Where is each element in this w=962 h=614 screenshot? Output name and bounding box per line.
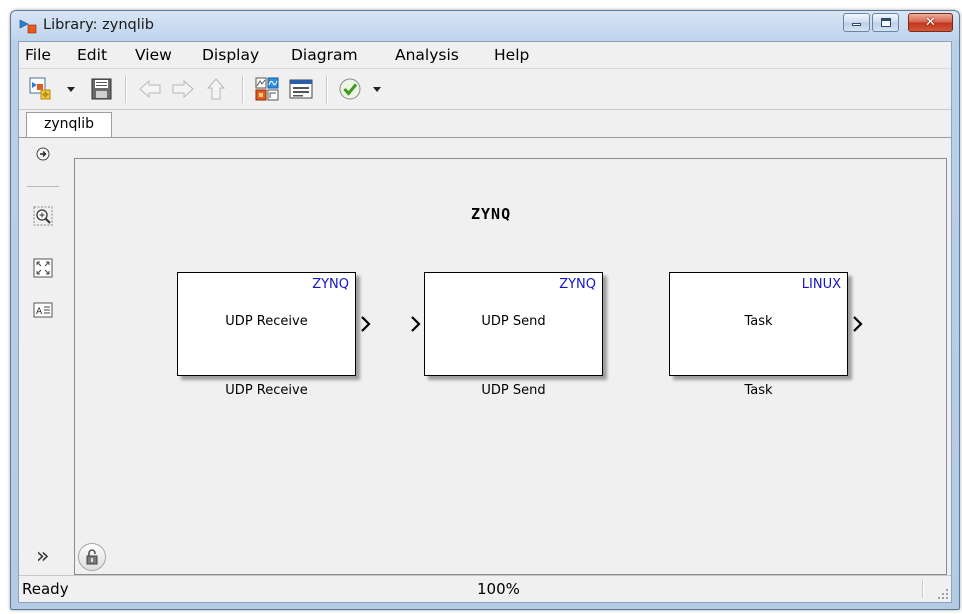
tool-palette: A » — [19, 138, 72, 576]
tab-zynqlib[interactable]: zynqlib — [26, 112, 112, 137]
back-arrow-icon[interactable] — [136, 75, 164, 103]
menu-display[interactable]: Display — [202, 46, 259, 64]
save-icon[interactable] — [87, 75, 115, 103]
title-bar[interactable]: Library: zynqlib ✕ — [11, 11, 959, 41]
status-text: Ready — [22, 580, 69, 598]
unlock-library-button[interactable] — [78, 543, 106, 571]
new-model-icon[interactable] — [27, 75, 55, 103]
fit-to-view-icon[interactable] — [33, 258, 53, 278]
toolbar-separator — [125, 75, 126, 103]
simulink-model-icon — [19, 19, 37, 34]
block-name[interactable]: UDP Send — [424, 383, 603, 398]
block-label: UDP Receive — [225, 314, 308, 329]
block-tag: LINUX — [801, 277, 841, 292]
menu-view[interactable]: View — [135, 46, 172, 64]
toolbar — [19, 69, 951, 110]
new-model-dropdown-icon[interactable] — [67, 87, 75, 92]
toolbar-separator — [242, 75, 243, 103]
block-tag: ZYNQ — [312, 277, 349, 292]
udp-send-block[interactable]: ZYNQ UDP Send — [424, 272, 603, 376]
diagram-canvas[interactable]: ZYNQ ZYNQ UDP Receive UDP Receive ZYNQ U… — [74, 158, 947, 575]
app-window: Library: zynqlib ✕ File Edit View Displa… — [10, 10, 960, 610]
forward-arrow-icon[interactable] — [169, 75, 197, 103]
minimize-button[interactable] — [843, 13, 870, 32]
status-bar: Ready 100% — [19, 575, 951, 602]
maximize-icon — [881, 18, 891, 27]
maximize-button[interactable] — [872, 13, 899, 32]
block-name[interactable]: Task — [669, 383, 848, 398]
palette-separator — [27, 186, 59, 187]
udp-receive-block[interactable]: ZYNQ UDP Receive — [177, 272, 356, 376]
input-port-icon[interactable] — [411, 315, 421, 333]
library-annotation: ZYNQ — [471, 205, 512, 223]
minimize-icon — [852, 23, 861, 26]
toolbar-separator — [326, 75, 327, 103]
close-icon: ✕ — [925, 15, 936, 30]
task-block[interactable]: LINUX Task — [669, 272, 848, 376]
output-port-icon[interactable] — [361, 315, 371, 333]
svg-text:A: A — [36, 307, 43, 317]
expand-palette-icon[interactable]: » — [36, 546, 49, 568]
unlock-library-icon — [86, 549, 98, 565]
window-title: Library: zynqlib — [43, 17, 154, 33]
block-label: Task — [744, 314, 773, 329]
output-port-icon[interactable] — [853, 315, 863, 333]
model-explorer-icon[interactable] — [287, 75, 315, 103]
annotation-icon[interactable]: A — [33, 300, 53, 320]
menu-edit[interactable]: Edit — [77, 46, 107, 64]
menu-file[interactable]: File — [25, 46, 51, 64]
tab-strip: zynqlib — [19, 110, 951, 138]
resize-grip-icon[interactable] — [935, 586, 949, 600]
model-advisor-check-icon[interactable] — [336, 75, 364, 103]
zoom-icon[interactable] — [33, 206, 53, 226]
menu-help[interactable]: Help — [494, 46, 529, 64]
menu-bar: File Edit View Display Diagram Analysis … — [19, 42, 951, 69]
window-client-area: File Edit View Display Diagram Analysis … — [18, 41, 952, 603]
up-arrow-icon[interactable] — [202, 75, 230, 103]
block-label: UDP Send — [481, 314, 546, 329]
status-separator — [922, 580, 923, 598]
block-tag: ZYNQ — [559, 277, 596, 292]
close-button[interactable]: ✕ — [908, 13, 953, 32]
library-browser-icon[interactable] — [253, 75, 281, 103]
menu-diagram[interactable]: Diagram — [291, 46, 358, 64]
zoom-level: 100% — [477, 580, 520, 598]
model-advisor-dropdown-icon[interactable] — [373, 87, 381, 92]
hide-show-explorer-icon[interactable] — [33, 144, 53, 164]
menu-analysis[interactable]: Analysis — [395, 46, 459, 64]
block-name[interactable]: UDP Receive — [177, 383, 356, 398]
